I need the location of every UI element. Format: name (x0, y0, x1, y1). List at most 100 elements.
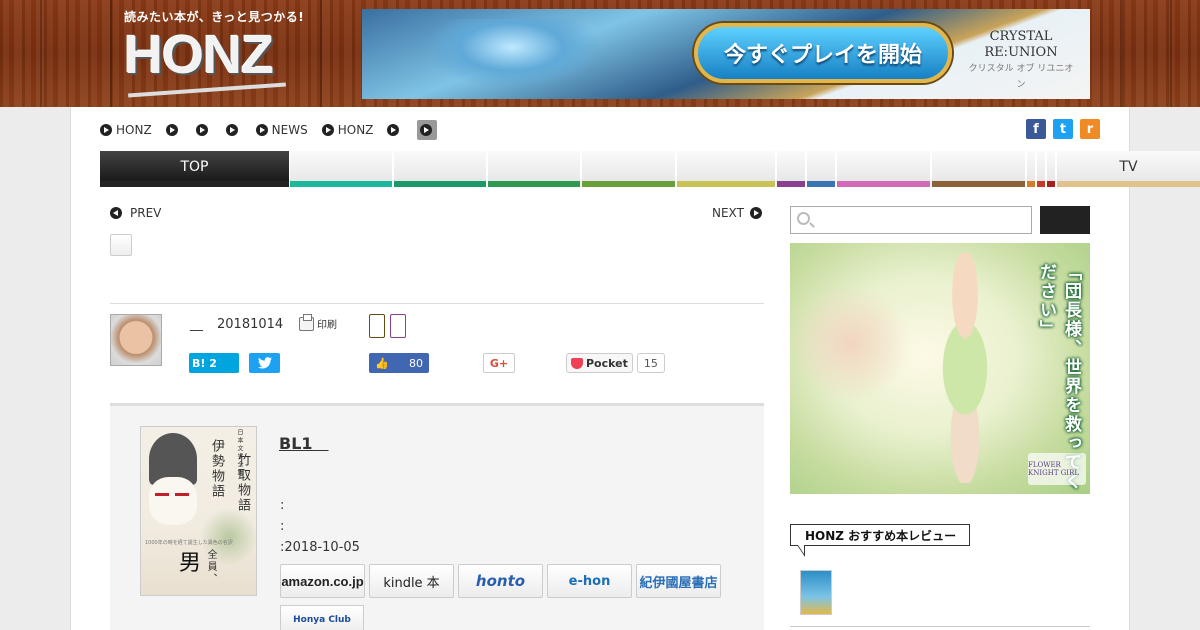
category-tab-11[interactable] (1037, 151, 1045, 187)
book-meta-date: :2018-10-05 (280, 540, 360, 555)
topnav-item-news[interactable]: NEWS (255, 123, 308, 137)
ad-castle-illustration (422, 19, 602, 89)
logo-text: HONZ (124, 25, 274, 85)
arrow-circle-icon (387, 124, 400, 136)
store-amazon-button[interactable]: amazon.co.jp (280, 564, 365, 598)
tweet-button[interactable] (249, 353, 280, 373)
store-ehon-button[interactable]: e-hon (547, 564, 632, 598)
category-color-bar (1057, 181, 1200, 187)
arrow-circle-icon (420, 124, 433, 136)
book-meta-author: : (280, 498, 285, 513)
cover-big-sub: 全員、 (205, 549, 216, 585)
category-tab-13[interactable]: TV (1057, 151, 1200, 187)
pocket-label: Pocket (586, 356, 628, 370)
arrow-circle-icon (195, 124, 208, 136)
book-meta-publisher: : (280, 519, 285, 534)
topnav-item[interactable] (387, 124, 403, 136)
facebook-icon[interactable]: f (1026, 119, 1046, 139)
category-color-bar (290, 181, 392, 187)
topnav-item[interactable] (225, 124, 242, 136)
active-nav-box (417, 120, 438, 140)
category-tab-12[interactable] (1047, 151, 1055, 187)
book-title[interactable]: BL1 (279, 430, 329, 454)
arrow-circle-icon (321, 124, 334, 136)
pocket-save-button[interactable]: Pocket (566, 353, 633, 373)
category-color-bar (394, 181, 486, 187)
store-links: amazon.co.jp kindle 本 honto e-hon 紀伊國屋書店 (280, 564, 721, 598)
search-box (790, 206, 1032, 234)
recommended-book-thumbnail[interactable] (800, 570, 832, 615)
print-button[interactable]: 印刷 (299, 313, 337, 331)
facebook-like-button[interactable]: 👍 80 (369, 353, 429, 373)
cover-figure-eye (175, 493, 189, 496)
arrow-left-icon (110, 207, 122, 219)
topnav-item[interactable] (165, 124, 182, 136)
book-cover[interactable]: 日本文学全集 竹取物語 伊勢物語 1000年の時を経て誕生した異色の名訳 男 全… (140, 426, 257, 596)
facebook-like-count: 80 (409, 356, 423, 370)
category-tab-4[interactable] (582, 151, 675, 187)
store-honto-button[interactable]: honto (458, 564, 543, 598)
arrow-circle-icon (165, 124, 178, 136)
wood-plank-divider (110, 0, 112, 107)
printer-icon (299, 313, 314, 331)
top-navigation: HONZ NEWS HONZ (100, 120, 451, 140)
category-tab-8[interactable] (837, 151, 930, 187)
category-tab-5[interactable] (677, 151, 775, 187)
category-color-bar (582, 181, 675, 187)
pocket-button[interactable]: Pocket 15 (566, 353, 665, 373)
next-label: NEXT (712, 206, 744, 220)
thumbs-up-icon: 👍 (375, 356, 389, 370)
store-kinokuniya-button[interactable]: 紀伊國屋書店 (636, 564, 721, 598)
category-tab-1[interactable] (290, 151, 392, 187)
sidebar-ad-banner[interactable]: 「団長様、世界を救ってください」 FLOWER KNIGHT GIRL (790, 243, 1090, 494)
search-input[interactable] (817, 210, 1027, 230)
divider (790, 626, 1090, 627)
topnav-item-active[interactable] (417, 120, 438, 140)
twitter-icon[interactable]: t (1053, 119, 1073, 139)
wood-plank-divider (1170, 0, 1172, 107)
wood-plank-divider (320, 0, 322, 107)
category-color-bar (777, 181, 805, 187)
tag-badge[interactable] (390, 314, 406, 338)
category-tab-6[interactable] (777, 151, 805, 187)
ad-play-button[interactable]: 今すぐプレイを開始 (694, 23, 952, 83)
category-tab-3[interactable] (488, 151, 580, 187)
ad-brand-sub: クリスタル オブ リユニオン (968, 64, 1074, 90)
topnav-item-honz[interactable]: HONZ (100, 123, 152, 137)
search-button[interactable] (1040, 206, 1090, 234)
category-tab-2[interactable] (394, 151, 486, 187)
category-navigation: TOP TV (100, 151, 1200, 187)
post-date: 20181014 (217, 317, 284, 332)
google-plus-button[interactable]: G+ (483, 353, 515, 373)
category-color-bar (677, 181, 775, 187)
topnav-item[interactable] (195, 124, 212, 136)
category-tab-9[interactable] (932, 151, 1025, 187)
category-color-bar (1047, 181, 1055, 187)
recommend-title: HONZ おすすめ本レビュー (805, 528, 957, 543)
category-tag-box[interactable] (110, 234, 132, 256)
header-ad-banner[interactable]: 今すぐプレイを開始 CRYSTAL RE:UNION クリスタル オブ リユニオ… (362, 9, 1090, 99)
site-logo[interactable]: 読みたい本が、きっと見つかる! HONZ (124, 8, 304, 100)
tag-badge[interactable] (369, 314, 385, 338)
author-name[interactable]: __ (190, 317, 203, 332)
cover-title-left: 伊勢物語 (209, 439, 224, 499)
pocket-icon (571, 357, 583, 369)
store-honyaclub-button[interactable]: Honya Club (280, 605, 364, 630)
topnav-item-honz-2[interactable]: HONZ (321, 123, 373, 137)
category-tab-7[interactable] (807, 151, 835, 187)
author-avatar[interactable] (110, 314, 162, 366)
category-tab-0[interactable]: TOP (100, 151, 289, 187)
store-kindle-button[interactable]: kindle 本 (369, 564, 454, 598)
search-icon (797, 212, 810, 225)
arrow-circle-icon (225, 124, 238, 136)
prev-link[interactable]: PREV (110, 206, 161, 220)
wood-plank-divider (1120, 0, 1122, 107)
category-color-bar (837, 181, 930, 187)
category-tab-10[interactable] (1027, 151, 1035, 187)
ad-illustration (790, 283, 910, 403)
next-link[interactable]: NEXT (712, 206, 766, 220)
rss-icon[interactable]: r (1080, 119, 1100, 139)
category-tab-label: TOP (180, 159, 209, 175)
logo-tagline: 読みたい本が、きっと見つかる! (124, 10, 305, 24)
hatena-bookmark-button[interactable]: B! 2 (189, 353, 239, 373)
